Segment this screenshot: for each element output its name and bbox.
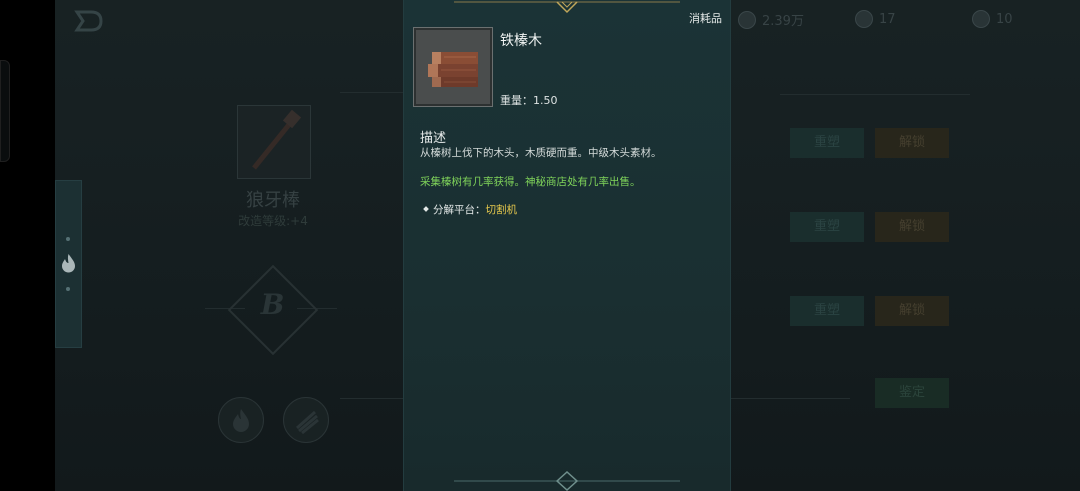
wood-log-icon	[428, 52, 478, 87]
acquire-text: 采集榛树有几率获得。神秘商店处有几率出售。	[420, 176, 641, 188]
item-name: 铁榛木	[500, 33, 542, 49]
bullet-icon	[423, 206, 429, 212]
decompose-platform: 分解平台：切割机	[423, 202, 518, 217]
weight-value: 1.50	[533, 94, 558, 107]
decompose-label: 分解平台：	[433, 204, 486, 216]
ornament-top	[454, 1, 680, 14]
item-icon-frame	[413, 27, 493, 107]
item-weight: 重量：1.50	[500, 92, 558, 108]
description-title: 描述	[420, 131, 447, 146]
weight-label: 重量：	[500, 94, 533, 107]
item-tooltip-panel: 消耗品 铁榛木 重量：1.50 描述 从榛树上伐下的木头，木质硬而重。中级木头素…	[403, 0, 731, 491]
item-type-label: 消耗品	[689, 12, 722, 25]
decompose-value: 切割机	[485, 204, 518, 216]
description-text: 从榛树上伐下的木头，木质硬而重。中级木头素材。	[420, 147, 662, 159]
ornament-bottom	[454, 470, 680, 491]
